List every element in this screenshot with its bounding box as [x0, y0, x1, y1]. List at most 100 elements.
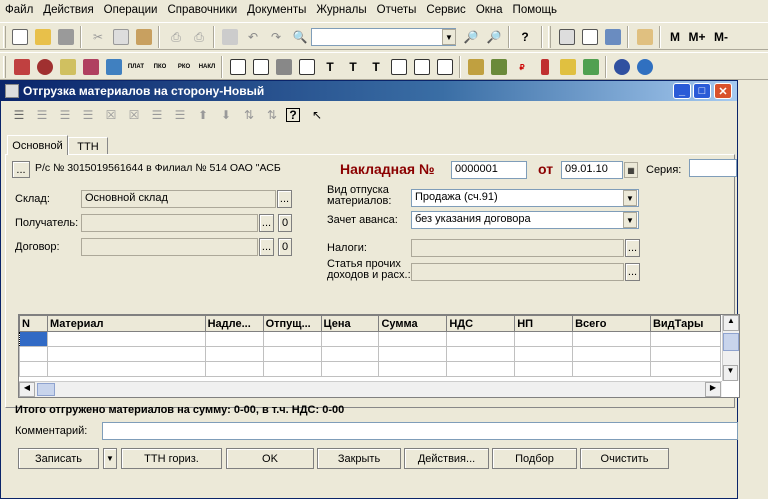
menu-actions[interactable]: Действия — [38, 4, 98, 16]
tree-icon[interactable] — [104, 57, 124, 77]
contract-select-button[interactable]: ... — [259, 238, 274, 256]
chevron-down-icon[interactable]: ▼ — [623, 190, 637, 206]
table-row[interactable] — [19, 331, 722, 347]
form-icon[interactable] — [297, 57, 317, 77]
column-header-total[interactable]: Всего — [572, 315, 651, 332]
grid-icon[interactable] — [274, 57, 294, 77]
text-ti-icon[interactable]: T — [343, 57, 363, 77]
save-options-chevron-icon[interactable]: ▼ — [103, 448, 117, 469]
vertical-scrollbar[interactable]: ▲ ▼ — [722, 315, 739, 381]
series-field[interactable] — [689, 159, 737, 177]
recipient-clear-button[interactable]: 0 — [278, 214, 292, 232]
chevron-down-icon[interactable]: ▼ — [623, 212, 637, 228]
tab-ttn[interactable]: ТТН — [68, 137, 108, 155]
new-document-icon[interactable] — [10, 27, 30, 47]
row-dt-icon[interactable]: ☒ — [124, 105, 144, 125]
globe-icon[interactable] — [612, 57, 632, 77]
doc-list-icon[interactable] — [389, 57, 409, 77]
contract-clear-button[interactable]: 0 — [278, 238, 292, 256]
cut-icon[interactable]: ✂ — [88, 27, 108, 47]
nakl-doc-icon[interactable]: НАКЛ — [197, 57, 217, 77]
chevron-down-icon[interactable]: ▼ — [442, 29, 456, 45]
undo-icon[interactable]: ↶ — [243, 27, 263, 47]
column-header-container[interactable]: ВидТары — [649, 315, 722, 332]
menu-journals[interactable]: Журналы — [311, 4, 371, 16]
menu-service[interactable]: Сервис — [421, 4, 470, 16]
calendar-icon[interactable] — [580, 27, 600, 47]
column-header-vat[interactable]: НДС — [446, 315, 516, 332]
warehouse-select-button[interactable]: ... — [277, 190, 292, 208]
search-next-icon[interactable]: 🔎 — [484, 27, 504, 47]
update-icon[interactable] — [635, 57, 655, 77]
menu-reports[interactable]: Отчеты — [372, 4, 422, 16]
row-edit-icon[interactable]: ☰ — [55, 105, 75, 125]
scroll-thumb[interactable] — [723, 333, 739, 351]
plat-doc-icon[interactable]: ПЛАТ — [126, 57, 146, 77]
account-select-button[interactable]: ... — [12, 161, 30, 178]
article-field[interactable] — [411, 263, 624, 281]
people-icon[interactable] — [466, 57, 486, 77]
report-icon[interactable] — [81, 57, 101, 77]
release-type-select[interactable]: Продажа (сч.91) — [411, 189, 639, 207]
advance-offset-select[interactable]: без указания договора — [411, 211, 639, 229]
pointer-help-icon[interactable]: ↖ — [307, 105, 327, 125]
menu-file[interactable]: Файл — [0, 4, 38, 16]
menu-windows[interactable]: Окна — [471, 4, 508, 16]
column-header-np[interactable]: НП — [514, 315, 574, 332]
clear-button[interactable]: Очистить — [580, 448, 669, 469]
page-icon[interactable] — [412, 57, 432, 77]
recipient-field[interactable] — [81, 214, 258, 232]
column-header-material[interactable]: Материал — [46, 315, 206, 332]
row-group-icon[interactable]: ☰ — [147, 105, 167, 125]
window-titlebar[interactable]: Отгрузка материалов на сторону-Новый — [1, 81, 737, 101]
menu-operations[interactable]: Операции — [99, 4, 163, 16]
row-new-icon[interactable]: ☰ — [9, 105, 29, 125]
memory-m-button[interactable]: M — [664, 27, 686, 47]
menu-help[interactable]: Помощь — [508, 4, 562, 16]
open-folder-icon[interactable] — [33, 27, 53, 47]
bar-chart-icon[interactable] — [435, 57, 455, 77]
document-window-icon[interactable] — [5, 84, 19, 98]
ruble-icon[interactable]: ₽ — [512, 57, 532, 77]
save-disk-icon[interactable] — [56, 27, 76, 47]
search-combo[interactable] — [311, 28, 456, 46]
book-icon[interactable] — [635, 27, 655, 47]
search-icon[interactable]: 🔎 — [461, 27, 481, 47]
arrow-down-icon[interactable]: ⬇ — [216, 105, 236, 125]
edit-icon[interactable] — [603, 27, 623, 47]
column-header-price[interactable]: Цена — [320, 315, 380, 332]
memory-plus-button[interactable]: M+ — [686, 27, 708, 47]
print-preview-icon[interactable]: ⎙ — [189, 27, 209, 47]
pko-doc-icon[interactable]: ПКО — [150, 57, 170, 77]
form-help-icon[interactable]: ? — [286, 108, 300, 122]
actions-button[interactable]: Действия... — [404, 448, 489, 469]
taxes-select-button[interactable]: ... — [625, 239, 640, 257]
scroll-down-icon[interactable]: ▼ — [723, 365, 738, 381]
import-icon[interactable] — [581, 57, 601, 77]
menu-documents[interactable]: Документы — [242, 4, 311, 16]
calendar-icon[interactable]: ▦ — [624, 162, 638, 178]
goods-icon[interactable] — [489, 57, 509, 77]
row-delete-icon[interactable]: ☰ — [78, 105, 98, 125]
column-header-n[interactable]: N — [19, 315, 48, 332]
text-tb-icon[interactable]: T — [366, 57, 386, 77]
calculator-icon[interactable] — [557, 27, 577, 47]
scroll-left-icon[interactable]: ◀ — [19, 382, 35, 397]
column-header-sum[interactable]: Сумма — [378, 315, 448, 332]
ok-button[interactable]: OK — [226, 448, 314, 469]
row-mark-icon[interactable]: ☒ — [101, 105, 121, 125]
memory-minus-button[interactable]: M- — [710, 27, 732, 47]
h-scroll-thumb[interactable] — [37, 383, 55, 396]
select-button[interactable]: Подбор — [492, 448, 577, 469]
warehouse-field[interactable]: Основной склад — [81, 190, 276, 208]
minimize-button[interactable]: _ — [673, 83, 691, 99]
close-window-button[interactable]: ✕ — [714, 83, 732, 99]
table-row[interactable] — [19, 346, 722, 362]
find-binoculars-icon[interactable]: 🔍 — [290, 27, 310, 47]
arrow-up-icon[interactable]: ⬆ — [193, 105, 213, 125]
invoice-number-field[interactable]: 0000001 — [451, 161, 527, 179]
chart-icon[interactable] — [12, 57, 32, 77]
scroll-right-icon[interactable]: ▶ — [705, 382, 721, 397]
close-button[interactable]: Закрыть — [317, 448, 401, 469]
comment-field[interactable] — [102, 422, 738, 440]
